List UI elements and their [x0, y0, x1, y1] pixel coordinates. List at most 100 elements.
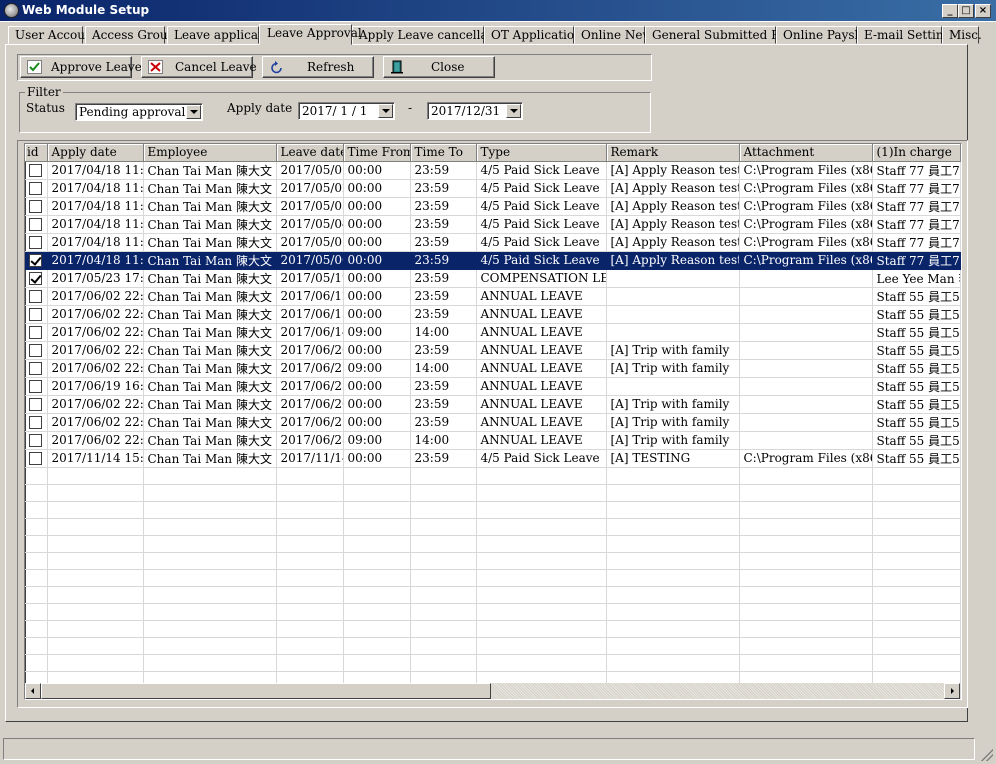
cell-employee[interactable]: Chan Tai Man 陳大文	[143, 251, 277, 270]
cell-time-to[interactable]: 23:59	[410, 395, 477, 414]
cell-attachment[interactable]	[739, 395, 873, 414]
table-row[interactable]: 2017/06/02 22:...Chan Tai Man 陳大文2017/06…	[25, 305, 961, 324]
cell-in-charge[interactable]: Staff 77 員工77	[872, 179, 961, 198]
col-header-type[interactable]: Type	[476, 144, 607, 162]
cell-time-from[interactable]: 00:00	[343, 341, 411, 360]
cell-leave-date[interactable]: 2017/06/26	[276, 395, 344, 414]
row-checkbox[interactable]	[29, 254, 43, 267]
row-checkbox[interactable]	[29, 380, 43, 393]
cell-time-from[interactable]: 00:00	[343, 233, 411, 252]
tab-misc[interactable]: Misc.	[942, 26, 982, 44]
cell-apply-date[interactable]: 2017/06/02 22:...	[47, 395, 144, 414]
table-row[interactable]: 2017/06/19 16:...Chan Tai Man 陳大文2017/06…	[25, 377, 961, 396]
cell-remark[interactable]	[606, 305, 740, 324]
col-header-id[interactable]: id	[25, 144, 48, 162]
cell-remark[interactable]: [A] Apply Reason test 1	[606, 179, 740, 198]
cell-time-from[interactable]: 00:00	[343, 413, 411, 432]
cell-remark[interactable]: [A] Apply Reason test 1	[606, 215, 740, 234]
cell-employee[interactable]: Chan Tai Man 陳大文	[143, 197, 277, 216]
cell-in-charge[interactable]: Staff 55 員工55	[872, 341, 961, 360]
refresh-button[interactable]: Refresh	[262, 56, 374, 78]
cell-time-from[interactable]: 00:00	[343, 287, 411, 306]
cell-remark[interactable]: [A] Apply Reason test 1	[606, 161, 740, 180]
cell-time-to[interactable]: 23:59	[410, 341, 477, 360]
cell-time-from[interactable]: 00:00	[343, 197, 411, 216]
cell-time-from[interactable]: 00:00	[343, 179, 411, 198]
cell-remark[interactable]: [A] Trip with family	[606, 341, 740, 360]
cell-time-to[interactable]: 23:59	[410, 197, 477, 216]
chevron-down-icon[interactable]	[186, 105, 201, 119]
cell-apply-date[interactable]: 2017/06/02 22:...	[47, 413, 144, 432]
cell-employee[interactable]: Chan Tai Man 陳大文	[143, 359, 277, 378]
cell-apply-date[interactable]: 2017/06/02 22:...	[47, 431, 144, 450]
cell-in-charge[interactable]: Staff 77 員工77	[872, 233, 961, 252]
cell-employee[interactable]: Chan Tai Man 陳大文	[143, 179, 277, 198]
cell-leave-date[interactable]: 2017/11/14	[276, 449, 344, 468]
cell-leave-date[interactable]: 2017/06/14	[276, 323, 344, 342]
cell-type[interactable]: 4/5 Paid Sick Leave	[476, 161, 607, 180]
cell-type[interactable]: 4/5 Paid Sick Leave	[476, 449, 607, 468]
cell-time-from[interactable]: 00:00	[343, 395, 411, 414]
cell-remark[interactable]	[606, 287, 740, 306]
row-checkbox[interactable]	[29, 308, 43, 321]
cell-employee[interactable]: Chan Tai Man 陳大文	[143, 341, 277, 360]
calendar-dropdown-icon[interactable]	[378, 104, 393, 118]
cell-time-to[interactable]: 23:59	[410, 215, 477, 234]
cell-time-to[interactable]: 14:00	[410, 431, 477, 450]
calendar-dropdown-icon[interactable]	[506, 104, 521, 118]
cell-in-charge[interactable]: Staff 55 員工55	[872, 413, 961, 432]
cell-leave-date[interactable]: 2017/05/06	[276, 251, 344, 270]
cell-in-charge[interactable]: Staff 55 員工55	[872, 359, 961, 378]
cell-attachment[interactable]: C:\Program Files (x86)\...	[739, 251, 873, 270]
cell-in-charge[interactable]: Staff 77 員工77	[872, 197, 961, 216]
cell-leave-date[interactable]: 2017/05/19	[276, 269, 344, 288]
cell-in-charge[interactable]: Staff 55 員工55	[872, 323, 961, 342]
cell-attachment[interactable]: C:\Program Files (x86)\...	[739, 179, 873, 198]
cell-apply-date[interactable]: 2017/04/18 11:...	[47, 251, 144, 270]
col-header-in-charge[interactable]: (1)In charge	[872, 144, 961, 162]
cell-type[interactable]: 4/5 Paid Sick Leave	[476, 233, 607, 252]
row-checkbox[interactable]	[29, 164, 43, 177]
scroll-right-button[interactable]	[944, 683, 960, 699]
cell-employee[interactable]: Chan Tai Man 陳大文	[143, 449, 277, 468]
cell-in-charge[interactable]: Staff 55 員工55	[872, 395, 961, 414]
row-checkbox[interactable]	[29, 218, 43, 231]
tab-user-account[interactable]: User Account	[8, 26, 98, 44]
cell-apply-date[interactable]: 2017/06/02 22:...	[47, 305, 144, 324]
cell-in-charge[interactable]: Staff 77 員工77	[872, 251, 961, 270]
cell-employee[interactable]: Chan Tai Man 陳大文	[143, 305, 277, 324]
cell-type[interactable]: ANNUAL LEAVE	[476, 413, 607, 432]
cell-type[interactable]: ANNUAL LEAVE	[476, 395, 607, 414]
table-row[interactable]: 2017/06/02 22:...Chan Tai Man 陳大文2017/06…	[25, 395, 961, 414]
cell-attachment[interactable]	[739, 305, 873, 324]
tab-apply-leave-cancellation[interactable]: Apply Leave cancellation	[352, 26, 511, 44]
cell-in-charge[interactable]: Staff 55 員工55	[872, 431, 961, 450]
cell-in-charge[interactable]: Staff 77 員工77	[872, 215, 961, 234]
cell-leave-date[interactable]: 2017/06/20	[276, 341, 344, 360]
cell-time-to[interactable]: 23:59	[410, 269, 477, 288]
row-checkbox[interactable]	[29, 452, 43, 465]
close-window-button[interactable]: ×	[975, 4, 991, 18]
cell-apply-date[interactable]: 2017/05/23 17:...	[47, 269, 144, 288]
cell-attachment[interactable]	[739, 269, 873, 288]
tab-online-payslip[interactable]: Online Payslip	[776, 26, 870, 44]
cell-apply-date[interactable]: 2017/04/18 11:...	[47, 233, 144, 252]
cell-leave-date[interactable]: 2017/06/13	[276, 305, 344, 324]
table-row[interactable]: 2017/04/18 11:...Chan Tai Man 陳大文2017/05…	[25, 233, 961, 252]
cell-employee[interactable]: Chan Tai Man 陳大文	[143, 215, 277, 234]
col-header-apply-date[interactable]: Apply date	[47, 144, 144, 162]
cell-type[interactable]: 4/5 Paid Sick Leave	[476, 179, 607, 198]
col-header-leave-date[interactable]: Leave date	[276, 144, 344, 162]
row-checkbox[interactable]	[29, 434, 43, 447]
cell-leave-date[interactable]: 2017/06/28	[276, 431, 344, 450]
cell-leave-date[interactable]: 2017/05/02	[276, 179, 344, 198]
maximize-button[interactable]: □	[958, 4, 974, 18]
cell-type[interactable]: 4/5 Paid Sick Leave	[476, 215, 607, 234]
cell-apply-date[interactable]: 2017/04/18 11:...	[47, 161, 144, 180]
tab-online-news[interactable]: Online News	[574, 26, 659, 44]
cell-leave-date[interactable]: 2017/06/21	[276, 359, 344, 378]
col-header-employee[interactable]: Employee	[143, 144, 277, 162]
cell-time-to[interactable]: 23:59	[410, 377, 477, 396]
cell-type[interactable]: ANNUAL LEAVE	[476, 287, 607, 306]
cell-attachment[interactable]	[739, 287, 873, 306]
